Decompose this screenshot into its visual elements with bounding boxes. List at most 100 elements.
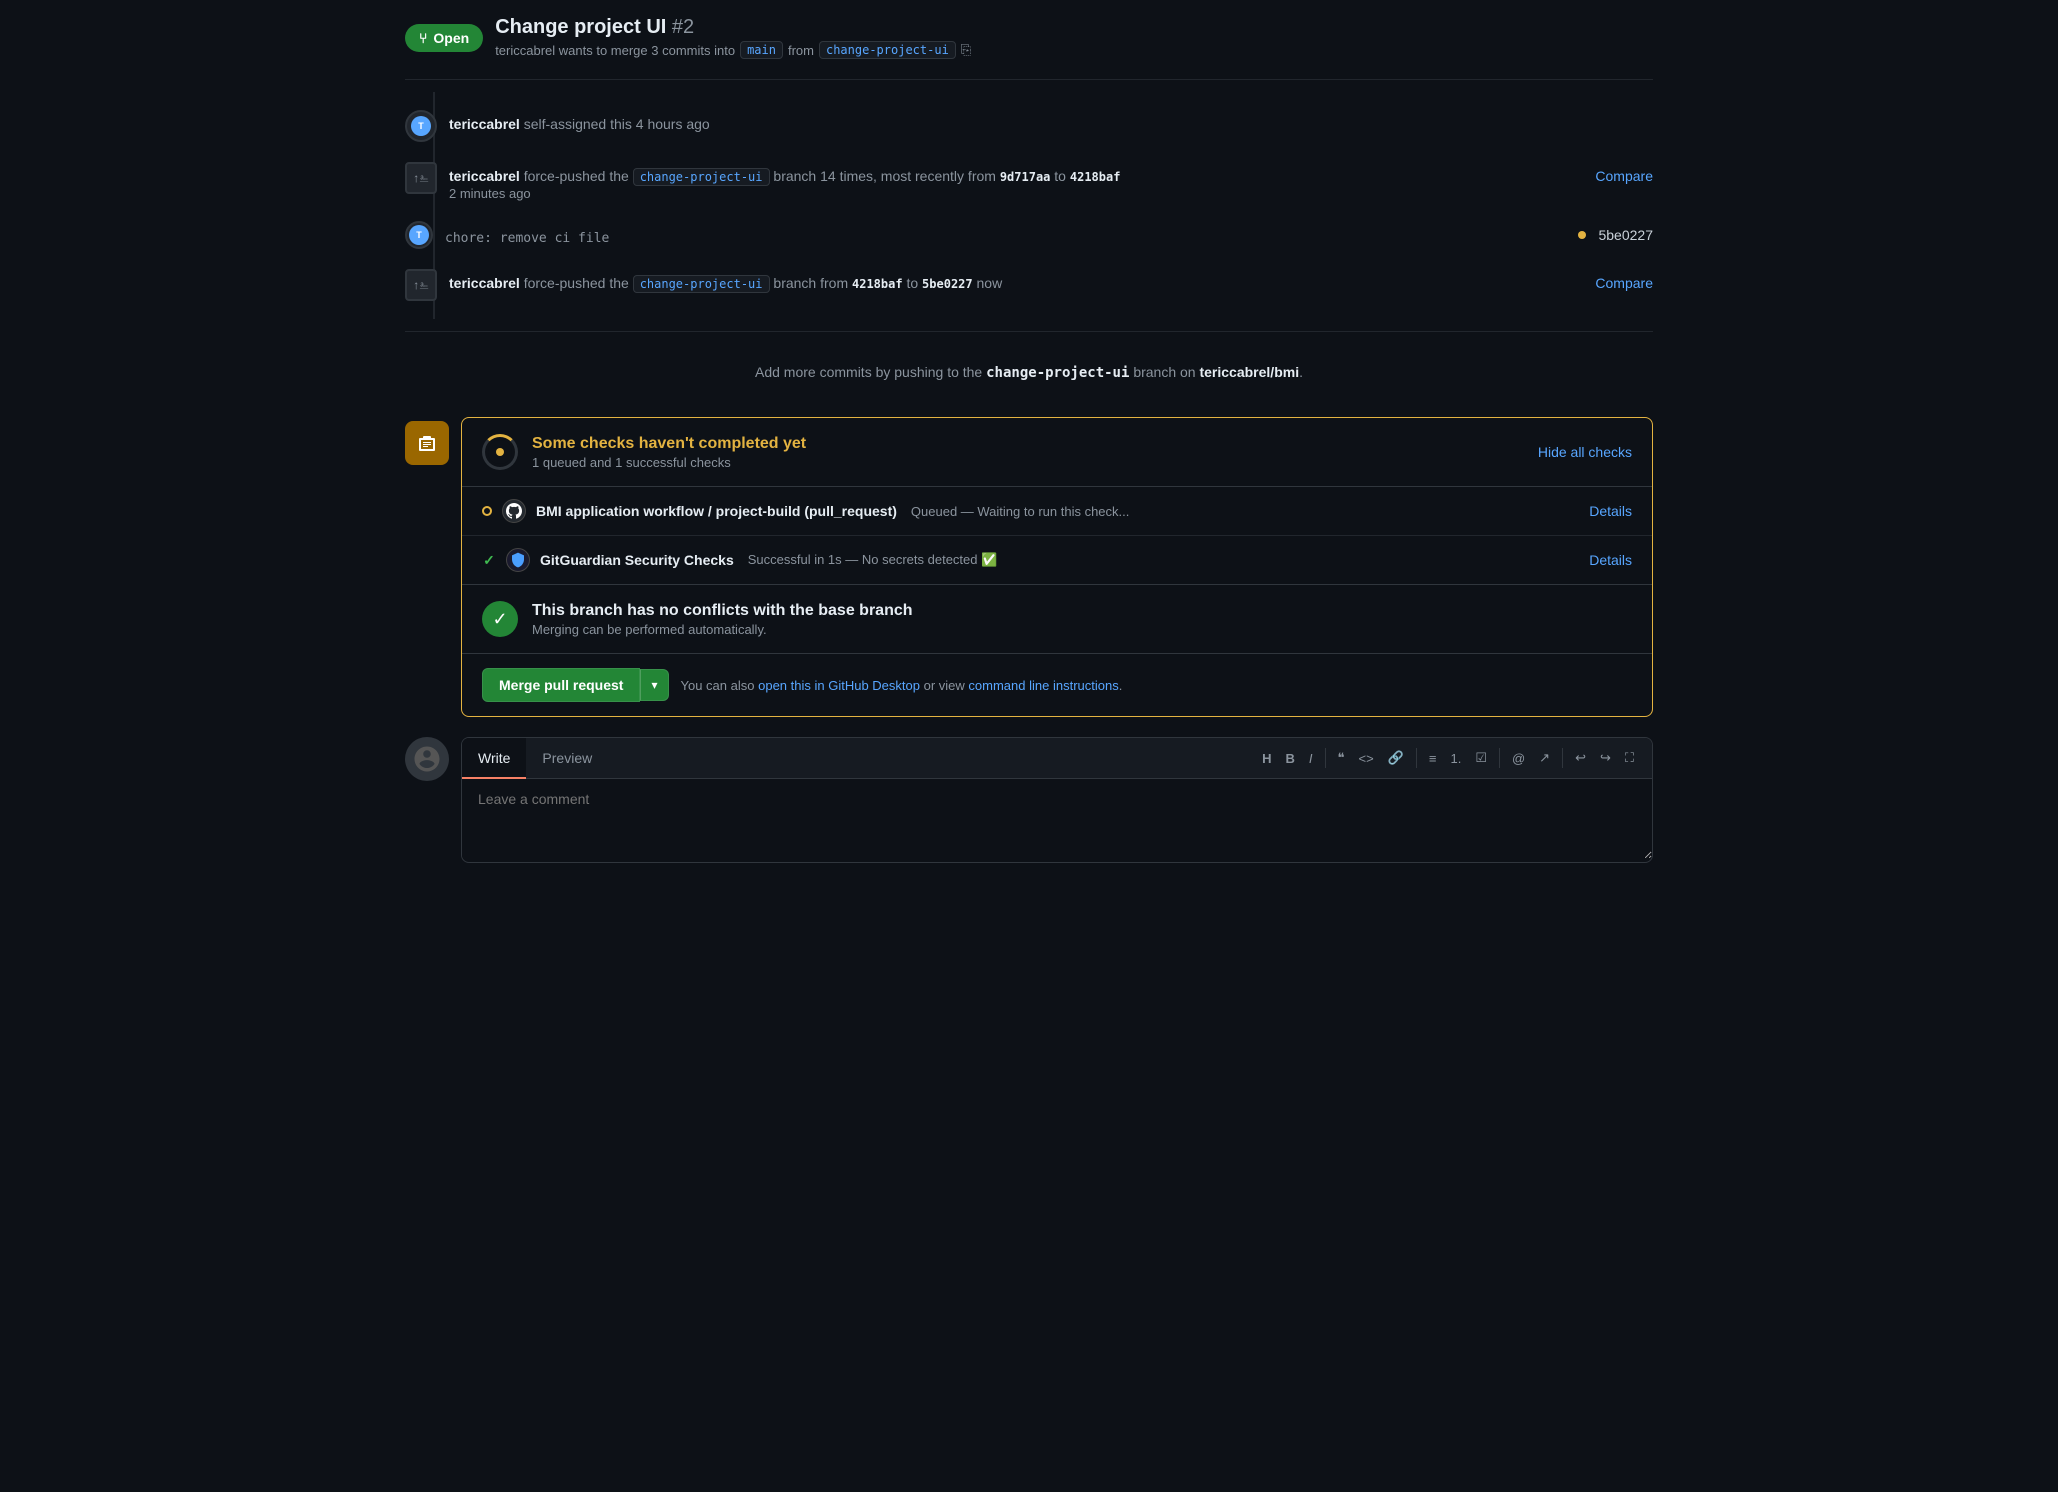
actor-name-1: tericcabrel <box>449 116 520 132</box>
compare-link-1[interactable]: Compare <box>1595 162 1653 184</box>
timeline-divider <box>405 331 1653 332</box>
dropdown-arrow-icon: ▾ <box>651 678 657 692</box>
checks-list: BMI application workflow / project-build… <box>462 486 1652 584</box>
spinner-dot <box>496 448 504 456</box>
branch-tag-2: change-project-ui <box>633 168 770 186</box>
tab-write[interactable]: Write <box>462 738 526 779</box>
timeline-item-selfassign: T tericcabrel self-assigned this 4 hours… <box>405 100 1653 152</box>
toolbar-bold-btn[interactable]: B <box>1279 747 1300 770</box>
toolbar-link-btn[interactable]: 🔗 <box>1382 746 1410 770</box>
tab-preview[interactable]: Preview <box>526 738 608 778</box>
check-item-gitguardian: ✓ GitGuardian Security Checks Successful… <box>462 536 1652 584</box>
forcepush-content-2: tericcabrel force-pushed the change-proj… <box>449 269 1595 291</box>
tab-spacer <box>608 738 1244 778</box>
toolbar-reference-btn[interactable]: ↗ <box>1533 746 1556 770</box>
copy-branch-icon[interactable]: ⎘ <box>961 42 971 58</box>
toolbar-unordered-list-btn[interactable]: ≡ <box>1423 747 1443 770</box>
merge-info-title: This branch has no conflicts with the ba… <box>532 602 1632 620</box>
compare-branch-tag[interactable]: change-project-ui <box>819 41 956 59</box>
pr-header: ⑂ Open Change project UI #2 tericcabrel … <box>405 0 1653 67</box>
merge-row: ✓ This branch has no conflicts with the … <box>482 601 1632 637</box>
checks-panel-title: Some checks haven't completed yet <box>532 435 1524 453</box>
forcepush-icon-1: ↑⎁ <box>405 162 437 194</box>
branch-tag-4: change-project-ui <box>633 275 770 293</box>
commit-icon: T <box>405 221 433 249</box>
check-name-gitguardian: GitGuardian Security Checks <box>540 552 734 568</box>
toolbar-redo-btn[interactable]: ↪ <box>1594 746 1617 770</box>
toolbar-quote-btn[interactable]: ❝ <box>1332 746 1351 770</box>
pr-status-label: Open <box>433 30 469 46</box>
cli-instructions-link[interactable]: command line instructions <box>968 678 1118 693</box>
merge-section: ✓ This branch has no conflicts with the … <box>462 584 1652 653</box>
checks-spinner <box>482 434 518 470</box>
checks-panel: Some checks haven't completed yet 1 queu… <box>461 417 1653 717</box>
checks-title-area: Some checks haven't completed yet 1 queu… <box>532 435 1524 470</box>
add-commits-notice: Add more commits by pushing to the chang… <box>405 344 1653 401</box>
merge-dropdown-button[interactable]: ▾ <box>640 669 668 701</box>
merge-success-icon: ✓ <box>482 601 518 637</box>
toolbar-ordered-list-btn[interactable]: 1. <box>1444 747 1467 770</box>
actor-name-4: tericcabrel <box>449 275 520 291</box>
pr-number: #2 <box>672 16 694 38</box>
open-icon: ⑂ <box>419 30 427 46</box>
commit-hash-3: 5be0227 <box>1598 227 1653 243</box>
merge-info-subtitle: Merging can be performed automatically. <box>532 622 1632 637</box>
commit-status-dot <box>1578 231 1586 239</box>
forcepush-content-1: tericcabrel force-pushed the change-proj… <box>449 162 1595 201</box>
check-details-link-gitguardian[interactable]: Details <box>1589 552 1632 568</box>
timeline-item-commit: T chore: remove ci file 5be0227 <box>405 211 1653 259</box>
commit-message: chore: remove ci file <box>445 231 609 246</box>
merge-info: This branch has no conflicts with the ba… <box>532 602 1632 637</box>
merge-pull-request-button[interactable]: Merge pull request <box>482 668 640 702</box>
merge-btn-group: Merge pull request ▾ <box>482 668 669 702</box>
comment-section: Write Preview H B I ❝ <> <box>405 737 1653 863</box>
toolbar-mention-btn[interactable]: @ <box>1506 747 1531 770</box>
forcepush-icon-2: ↑⎁ <box>405 269 437 301</box>
header-divider <box>405 79 1653 80</box>
check-details-link-bmi[interactable]: Details <box>1589 503 1632 519</box>
push-arrow-icon-2: ↑⎁ <box>413 278 429 293</box>
from-hash-2: 4218baf <box>852 277 903 291</box>
commit-content: chore: remove ci file <box>445 225 1578 246</box>
queued-status-indicator <box>482 506 492 516</box>
to-hash-2: 5be0227 <box>922 277 973 291</box>
actor-avatar-3: T <box>409 225 429 245</box>
toolbar-divider-1 <box>1325 748 1326 768</box>
gitguardian-app-icon <box>506 548 530 572</box>
comment-box: Write Preview H B I ❝ <> <box>461 737 1653 863</box>
toolbar-fullscreen-btn[interactable]: ⛶ <box>1619 746 1640 770</box>
checks-panel-subtitle: 1 queued and 1 successful checks <box>532 455 1524 470</box>
toolbar-code-btn[interactable]: <> <box>1353 747 1380 770</box>
toolbar-divider-3 <box>1499 748 1500 768</box>
from-hash-1: 9d717aa <box>1000 170 1051 184</box>
toolbar-heading-btn[interactable]: H <box>1256 747 1277 770</box>
check-name-bmi: BMI application workflow / project-build… <box>536 503 897 519</box>
to-hash-1: 4218baf <box>1070 170 1121 184</box>
comment-input[interactable] <box>462 779 1652 859</box>
pr-title-area: Change project UI #2 tericcabrel wants t… <box>495 16 1653 59</box>
check-desc-bmi: Queued — Waiting to run this check... <box>911 504 1129 519</box>
success-tick-icon: ✓ <box>482 552 496 569</box>
actor-name-2: tericcabrel <box>449 168 520 184</box>
add-commits-branch: change-project-ui <box>986 365 1129 381</box>
timeline: T tericcabrel self-assigned this 4 hours… <box>405 92 1653 319</box>
toolbar-divider-2 <box>1416 748 1417 768</box>
spinner-inner <box>488 440 512 464</box>
checks-header: Some checks haven't completed yet 1 queu… <box>462 418 1652 486</box>
toolbar-italic-btn[interactable]: I <box>1303 747 1319 770</box>
hide-checks-link[interactable]: Hide all checks <box>1538 444 1632 460</box>
merge-button-section: Merge pull request ▾ You can also open t… <box>462 653 1652 716</box>
github-desktop-link[interactable]: open this in GitHub Desktop <box>758 678 920 693</box>
actor-avatar-1: T <box>411 116 431 136</box>
checks-icon <box>405 421 449 465</box>
merge-also-text: You can also open this in GitHub Desktop… <box>681 678 1123 693</box>
pr-subtitle: tericcabrel wants to merge 3 commits int… <box>495 41 1653 59</box>
toolbar-task-list-btn[interactable]: ☑ <box>1469 746 1493 770</box>
check-desc-gitguardian: Successful in 1s — No secrets detected ✅ <box>748 552 998 568</box>
compare-link-2[interactable]: Compare <box>1595 269 1653 291</box>
selfassign-content: tericcabrel self-assigned this 4 hours a… <box>449 110 1653 132</box>
current-user-avatar <box>405 737 449 781</box>
pr-title: Change project UI #2 <box>495 16 1653 39</box>
toolbar-undo-btn[interactable]: ↩ <box>1569 746 1592 770</box>
base-branch-tag[interactable]: main <box>740 41 783 59</box>
